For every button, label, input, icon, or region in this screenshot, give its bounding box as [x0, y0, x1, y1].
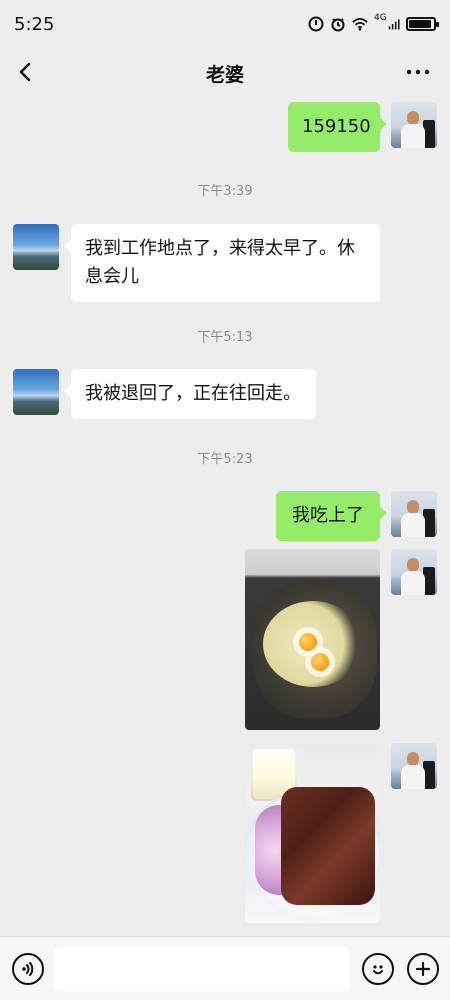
- chat-history[interactable]: 159150 下午3:39 我到工作地点了，来得太早了。休息会儿 下午5:13 …: [0, 98, 450, 936]
- emoji-icon: [373, 965, 383, 975]
- avatar[interactable]: [13, 369, 59, 415]
- message-bubble-outgoing[interactable]: 我吃上了: [276, 491, 387, 541]
- alarm-icon: [330, 16, 346, 32]
- back-icon: [19, 62, 31, 82]
- back-button[interactable]: [14, 60, 38, 84]
- message-text: 159150: [302, 116, 371, 137]
- signal-icon: 4G: [374, 13, 400, 32]
- message-timestamp: 下午5:13: [197, 330, 253, 345]
- message-text: 我到工作地点了，来得太早了。休息会儿: [85, 238, 355, 287]
- message-timestamp: 下午5:23: [197, 452, 253, 467]
- more-actions-button[interactable]: [407, 953, 439, 985]
- message-text: 我被退回了，正在往回走。: [85, 383, 301, 404]
- avatar[interactable]: [391, 491, 437, 537]
- chat-header: 老婆: [0, 48, 450, 98]
- status-bar: 5:25 4G: [0, 0, 450, 48]
- battery-icon: [406, 17, 439, 31]
- wifi-icon: [352, 16, 368, 32]
- message-text: 我吃上了: [292, 505, 364, 526]
- voice-icon: [22, 962, 34, 976]
- status-time: 5:25: [14, 13, 55, 35]
- plus-icon: [415, 961, 431, 977]
- braised-meat-shape: [281, 787, 375, 905]
- network-label: 4G: [374, 13, 387, 23]
- more-button[interactable]: [404, 60, 432, 84]
- message-bubble-incoming[interactable]: 我到工作地点了，来得太早了。休息会儿: [64, 224, 380, 302]
- emoji-button[interactable]: [362, 953, 394, 985]
- image-message[interactable]: [245, 743, 380, 923]
- status-icons: 4G: [308, 13, 439, 32]
- avatar[interactable]: [391, 549, 437, 595]
- avatar-piano-shape: [423, 509, 435, 537]
- message-input[interactable]: [54, 947, 350, 991]
- message-bubble-outgoing[interactable]: 159150: [288, 102, 387, 152]
- egg-yolk-shape: [311, 653, 329, 671]
- avatar[interactable]: [391, 102, 437, 148]
- avatar-piano-shape: [423, 761, 435, 789]
- voice-toggle-button[interactable]: [12, 953, 44, 985]
- avatar-piano-shape: [423, 120, 435, 148]
- egg-yolk-shape: [299, 633, 317, 651]
- avatar[interactable]: [13, 224, 59, 270]
- message-timestamp: 下午3:39: [197, 184, 253, 199]
- do-not-disturb-icon: [308, 16, 324, 32]
- avatar[interactable]: [391, 743, 437, 789]
- avatar-piano-shape: [423, 567, 435, 595]
- image-message[interactable]: [245, 549, 380, 730]
- message-bubble-incoming[interactable]: 我被退回了，正在往回走。: [64, 369, 316, 419]
- chat-title: 老婆: [205, 63, 244, 86]
- more-icon: [406, 69, 430, 75]
- input-bar: [0, 936, 450, 1000]
